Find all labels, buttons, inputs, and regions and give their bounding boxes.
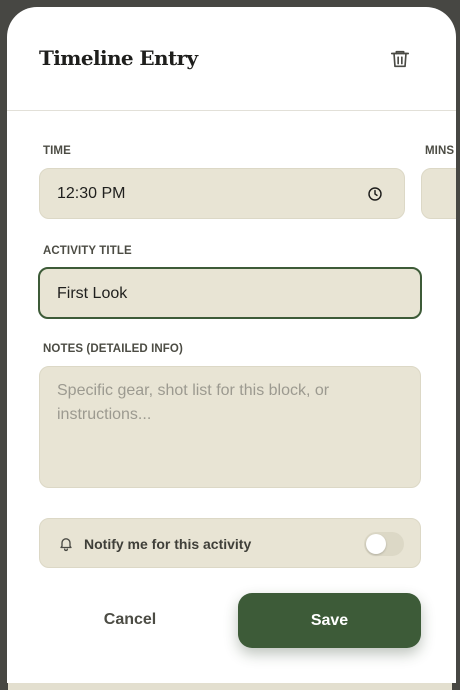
notes-placeholder: Specific gear, shot list for this block,… <box>57 382 330 423</box>
modal-title: Timeline Entry <box>39 46 198 70</box>
save-button[interactable]: Save <box>238 593 421 648</box>
timeline-entry-modal: Timeline Entry TIME 12:30 PM MINS ACTIVI… <box>7 7 456 683</box>
time-label: TIME <box>43 145 71 157</box>
mins-label: MINS <box>425 145 455 157</box>
activity-title-label: ACTIVITY TITLE <box>43 245 132 257</box>
delete-button[interactable] <box>387 46 413 72</box>
notes-textarea[interactable]: Specific gear, shot list for this block,… <box>39 366 421 488</box>
clock-icon[interactable] <box>367 186 383 202</box>
mins-input[interactable] <box>421 168 456 219</box>
activity-title-input[interactable]: First Look <box>38 267 422 319</box>
notes-label: NOTES (DETAILED INFO) <box>43 343 183 355</box>
notify-label: Notify me for this activity <box>84 536 252 552</box>
toggle-knob <box>366 534 386 554</box>
bell-icon <box>60 538 72 552</box>
notify-toggle[interactable] <box>364 532 404 556</box>
modal-header: Timeline Entry <box>7 7 456 111</box>
activity-title-value: First Look <box>57 285 128 302</box>
time-value: 12:30 PM <box>57 185 126 202</box>
cancel-button[interactable]: Cancel <box>39 599 221 641</box>
trash-icon <box>390 50 410 68</box>
time-input[interactable]: 12:30 PM <box>39 168 405 219</box>
